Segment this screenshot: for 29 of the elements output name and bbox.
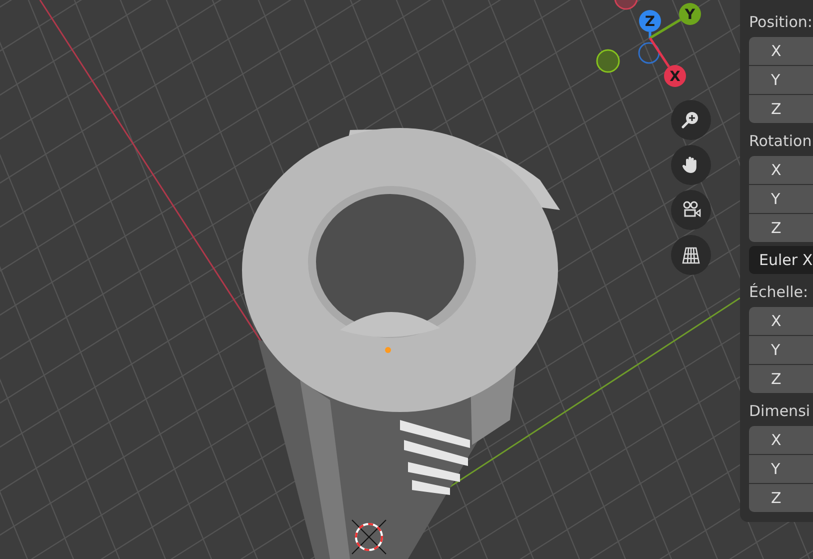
rotation-mode-dropdown[interactable]: Euler X <box>749 246 813 274</box>
number-field[interactable]: Z <box>749 95 813 123</box>
number-field[interactable]: Z <box>749 484 813 512</box>
number-field[interactable]: X <box>749 307 813 335</box>
number-field[interactable]: Z <box>749 214 813 242</box>
section-label: Rotation <box>749 131 813 151</box>
axis-handle[interactable]: Y <box>679 3 701 25</box>
axis-handle[interactable]: X <box>664 65 686 87</box>
perspective-toggle-button[interactable] <box>671 235 711 275</box>
number-field[interactable]: Y <box>749 455 813 483</box>
number-field[interactable]: X <box>749 156 813 184</box>
number-field[interactable]: Y <box>749 336 813 364</box>
negative-axis-handle[interactable] <box>596 49 620 73</box>
section-label: Échelle: <box>749 282 810 302</box>
negative-axis-handle[interactable] <box>614 0 638 10</box>
zoom-button[interactable] <box>671 100 711 140</box>
section-label: Position: <box>749 12 813 32</box>
number-field[interactable]: X <box>749 426 813 454</box>
camera-view-button[interactable] <box>671 190 711 230</box>
section-label: Dimensi <box>749 401 812 421</box>
origin-point-icon <box>385 347 391 353</box>
number-field[interactable]: X <box>749 37 813 65</box>
3d-cursor-icon <box>352 520 386 554</box>
number-field[interactable]: Y <box>749 66 813 94</box>
number-field[interactable]: Z <box>749 365 813 393</box>
number-field[interactable]: Y <box>749 185 813 213</box>
pan-button[interactable] <box>671 145 711 185</box>
negative-axis-handle[interactable] <box>638 42 660 64</box>
axis-handle[interactable]: Z <box>639 10 661 32</box>
